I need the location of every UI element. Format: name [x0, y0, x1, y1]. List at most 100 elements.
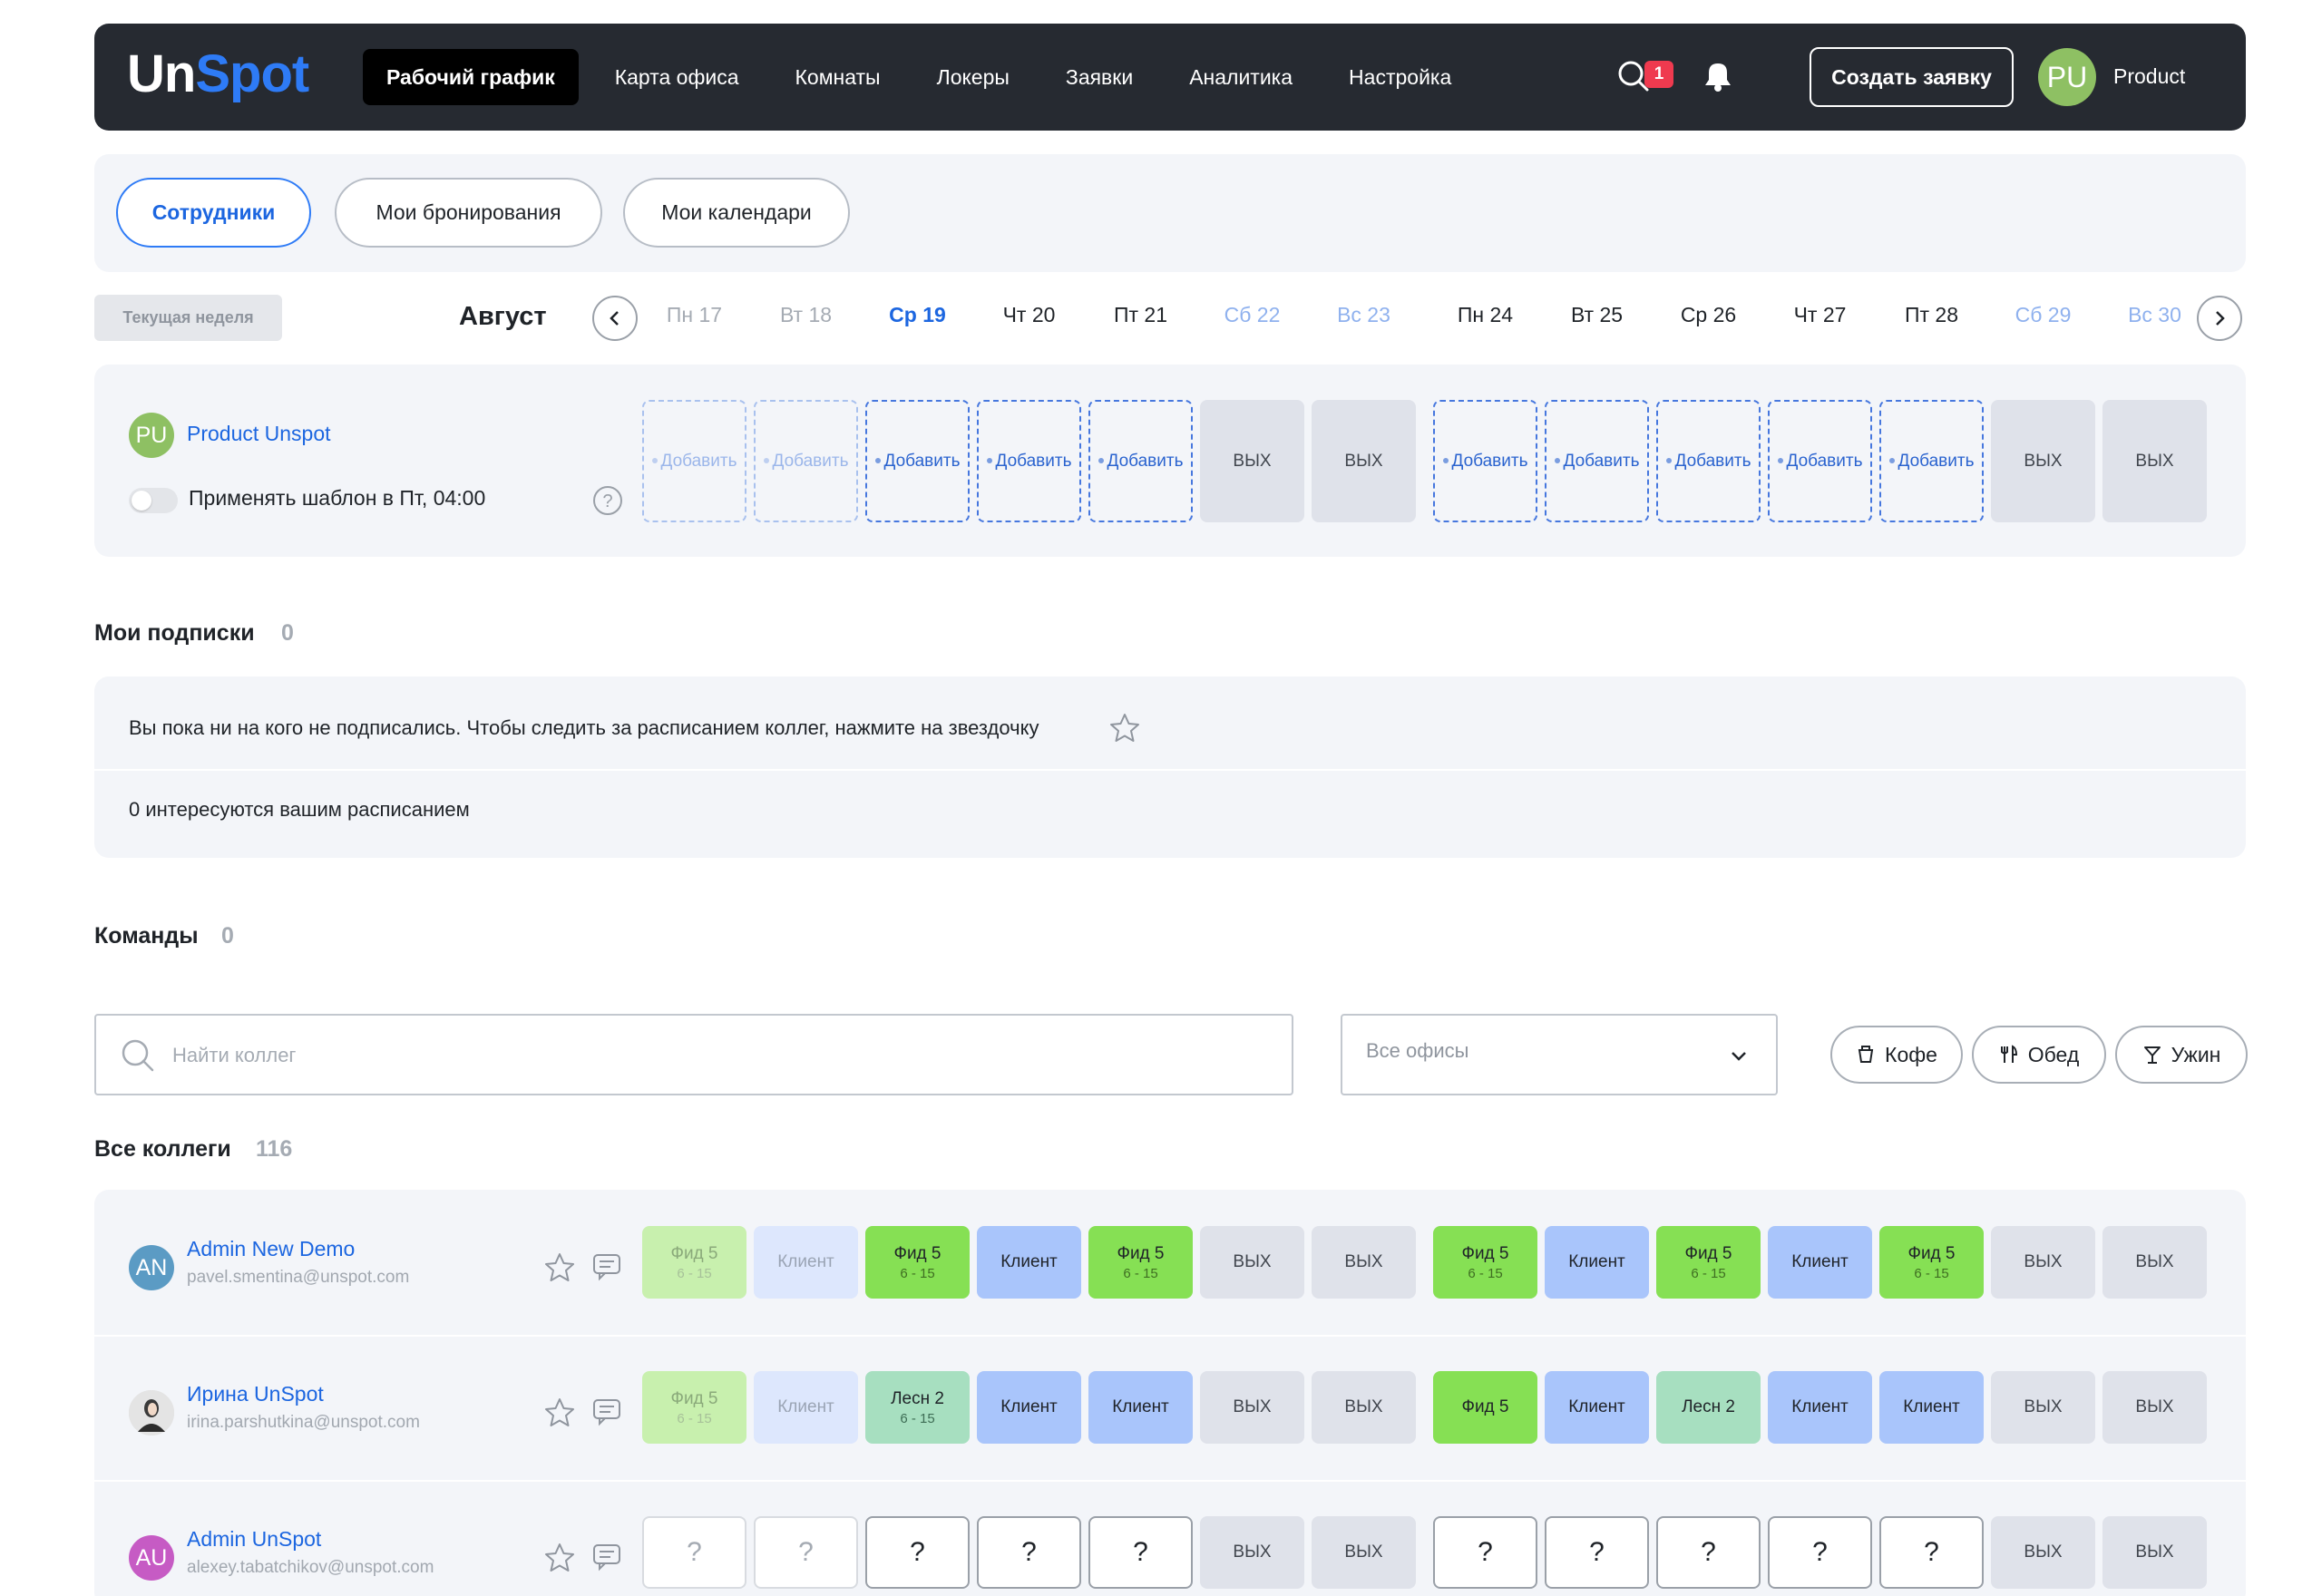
dinner-filter-button[interactable]: Ужин: [2115, 1026, 2248, 1084]
office-select[interactable]: Все офисы: [1341, 1014, 1778, 1095]
cell-time: 6 - 15: [900, 1410, 935, 1426]
office-lesn-cell[interactable]: Лесн 2: [1656, 1371, 1761, 1444]
colleague-search-box[interactable]: [94, 1014, 1293, 1095]
day-off-cell[interactable]: ВЫХ: [2102, 1371, 2207, 1444]
colleague-search-input[interactable]: [172, 1039, 1261, 1072]
star-icon[interactable]: [543, 1542, 576, 1574]
day-off-cell[interactable]: ВЫХ: [1312, 1516, 1416, 1589]
unknown-cell[interactable]: ?: [1433, 1516, 1537, 1589]
add-schedule-button[interactable]: Добавить: [1433, 400, 1537, 522]
add-schedule-button[interactable]: Добавить: [1656, 400, 1761, 522]
user-name[interactable]: Product: [2113, 58, 2185, 94]
star-icon[interactable]: [543, 1251, 576, 1284]
client-cell[interactable]: Клиент: [977, 1226, 1081, 1299]
tab-my-calendars[interactable]: Мои календари: [623, 178, 850, 248]
client-cell[interactable]: Клиент: [1768, 1226, 1872, 1299]
day-off-cell[interactable]: ВЫХ: [2102, 1516, 2207, 1589]
unknown-cell[interactable]: ?: [642, 1516, 746, 1589]
add-label: Добавить: [1554, 452, 1639, 472]
office-fid-cell[interactable]: Фид 5 6 - 15: [642, 1371, 746, 1444]
client-cell[interactable]: Клиент: [1545, 1226, 1649, 1299]
day-off-cell[interactable]: ВЫХ: [1991, 400, 2095, 522]
colleague-name[interactable]: Ирина UnSpot: [187, 1382, 324, 1406]
nav-lockers[interactable]: Локеры: [909, 49, 1038, 105]
day-off-cell[interactable]: ВЫХ: [1312, 1371, 1416, 1444]
day-header: Пт 21: [1113, 303, 1168, 326]
day-off-cell[interactable]: ВЫХ: [1312, 1226, 1416, 1299]
add-schedule-button[interactable]: Добавить: [1879, 400, 1984, 522]
add-schedule-button[interactable]: Добавить: [1768, 400, 1872, 522]
client-cell[interactable]: Клиент: [1088, 1371, 1193, 1444]
user-avatar[interactable]: PU: [2038, 48, 2096, 106]
day-off-cell[interactable]: ВЫХ: [1991, 1516, 2095, 1589]
add-schedule-button[interactable]: Добавить: [865, 400, 970, 522]
dot-icon: [763, 458, 769, 464]
my-name[interactable]: Product Unspot: [187, 422, 331, 446]
client-cell[interactable]: Клиент: [977, 1371, 1081, 1444]
add-schedule-button[interactable]: Добавить: [977, 400, 1081, 522]
day-off-cell[interactable]: ВЫХ: [2102, 1226, 2207, 1299]
cell-time: 6 - 15: [677, 1410, 712, 1426]
office-fid-cell[interactable]: Фид 5 6 - 15: [1433, 1226, 1537, 1299]
unknown-cell[interactable]: ?: [1768, 1516, 1872, 1589]
nav-settings[interactable]: Настройка: [1321, 49, 1479, 105]
day-off-cell[interactable]: ВЫХ: [1312, 400, 1416, 522]
unknown-cell[interactable]: ?: [977, 1516, 1081, 1589]
current-week-button[interactable]: Текущая неделя: [94, 295, 282, 341]
chat-icon[interactable]: [590, 1540, 623, 1572]
nav-requests[interactable]: Заявки: [1038, 49, 1161, 105]
day-off-cell[interactable]: ВЫХ: [1200, 400, 1304, 522]
unknown-cell[interactable]: ?: [1088, 1516, 1193, 1589]
chat-icon[interactable]: [590, 1395, 623, 1427]
nav-office-map[interactable]: Карта офиса: [587, 49, 767, 105]
client-cell[interactable]: Клиент: [1879, 1371, 1984, 1444]
day-off-cell[interactable]: ВЫХ: [1991, 1371, 2095, 1444]
tab-employees[interactable]: Сотрудники: [116, 178, 311, 248]
office-fid-cell[interactable]: Фид 5 6 - 15: [865, 1226, 970, 1299]
add-schedule-button[interactable]: Добавить: [754, 400, 858, 522]
day-off-cell[interactable]: ВЫХ: [1200, 1516, 1304, 1589]
client-cell[interactable]: Клиент: [754, 1226, 858, 1299]
day-off-cell[interactable]: ВЫХ: [1991, 1226, 2095, 1299]
lunch-filter-button[interactable]: Обед: [1972, 1026, 2106, 1084]
nav-analytics[interactable]: Аналитика: [1161, 49, 1321, 105]
tab-my-bookings[interactable]: Мои бронирования: [335, 178, 602, 248]
bell-icon[interactable]: [1700, 58, 1772, 94]
unknown-cell[interactable]: ?: [1879, 1516, 1984, 1589]
nav-work-schedule[interactable]: Рабочий график: [363, 49, 579, 105]
unknown-cell[interactable]: ?: [754, 1516, 858, 1589]
office-fid-cell[interactable]: Фид 5 6 - 15: [1879, 1226, 1984, 1299]
colleague-name[interactable]: Admin New Demo: [187, 1237, 355, 1261]
client-cell[interactable]: Клиент: [754, 1371, 858, 1444]
day-off-cell[interactable]: ВЫХ: [1200, 1371, 1304, 1444]
day-off-cell[interactable]: ВЫХ: [1200, 1226, 1304, 1299]
nav-rooms[interactable]: Комнаты: [767, 49, 909, 105]
star-icon[interactable]: [543, 1396, 576, 1429]
dot-icon: [1665, 458, 1672, 464]
add-schedule-button[interactable]: Добавить: [1088, 400, 1193, 522]
template-toggle[interactable]: [129, 488, 178, 513]
unknown-cell[interactable]: ?: [1545, 1516, 1649, 1589]
office-lesn-cell[interactable]: Лесн 2 6 - 15: [865, 1371, 970, 1444]
add-schedule-button[interactable]: Добавить: [1545, 400, 1649, 522]
colleague-name[interactable]: Admin UnSpot: [187, 1527, 321, 1552]
coffee-filter-button[interactable]: Кофе: [1830, 1026, 1963, 1084]
client-cell[interactable]: Клиент: [1768, 1371, 1872, 1444]
prev-week-button[interactable]: [592, 296, 638, 341]
unknown-cell[interactable]: ?: [1656, 1516, 1761, 1589]
add-schedule-button[interactable]: Добавить: [642, 400, 746, 522]
my-avatar: PU: [129, 413, 174, 458]
day-header: Ср 19: [889, 303, 946, 326]
unknown-cell[interactable]: ?: [865, 1516, 970, 1589]
office-fid-cell[interactable]: Фид 5: [1433, 1371, 1537, 1444]
office-fid-cell[interactable]: Фид 5 6 - 15: [1088, 1226, 1193, 1299]
cell-label: Клиент: [1791, 1252, 1849, 1271]
day-off-cell[interactable]: ВЫХ: [2102, 400, 2207, 522]
chat-icon[interactable]: [590, 1250, 623, 1282]
create-request-button[interactable]: Создать заявку: [1810, 47, 2014, 107]
unspot-logo[interactable]: UnSpot: [127, 44, 309, 104]
office-fid-cell[interactable]: Фид 5 6 - 15: [642, 1226, 746, 1299]
client-cell[interactable]: Клиент: [1545, 1371, 1649, 1444]
help-icon[interactable]: ?: [592, 485, 623, 516]
office-fid-cell[interactable]: Фид 5 6 - 15: [1656, 1226, 1761, 1299]
